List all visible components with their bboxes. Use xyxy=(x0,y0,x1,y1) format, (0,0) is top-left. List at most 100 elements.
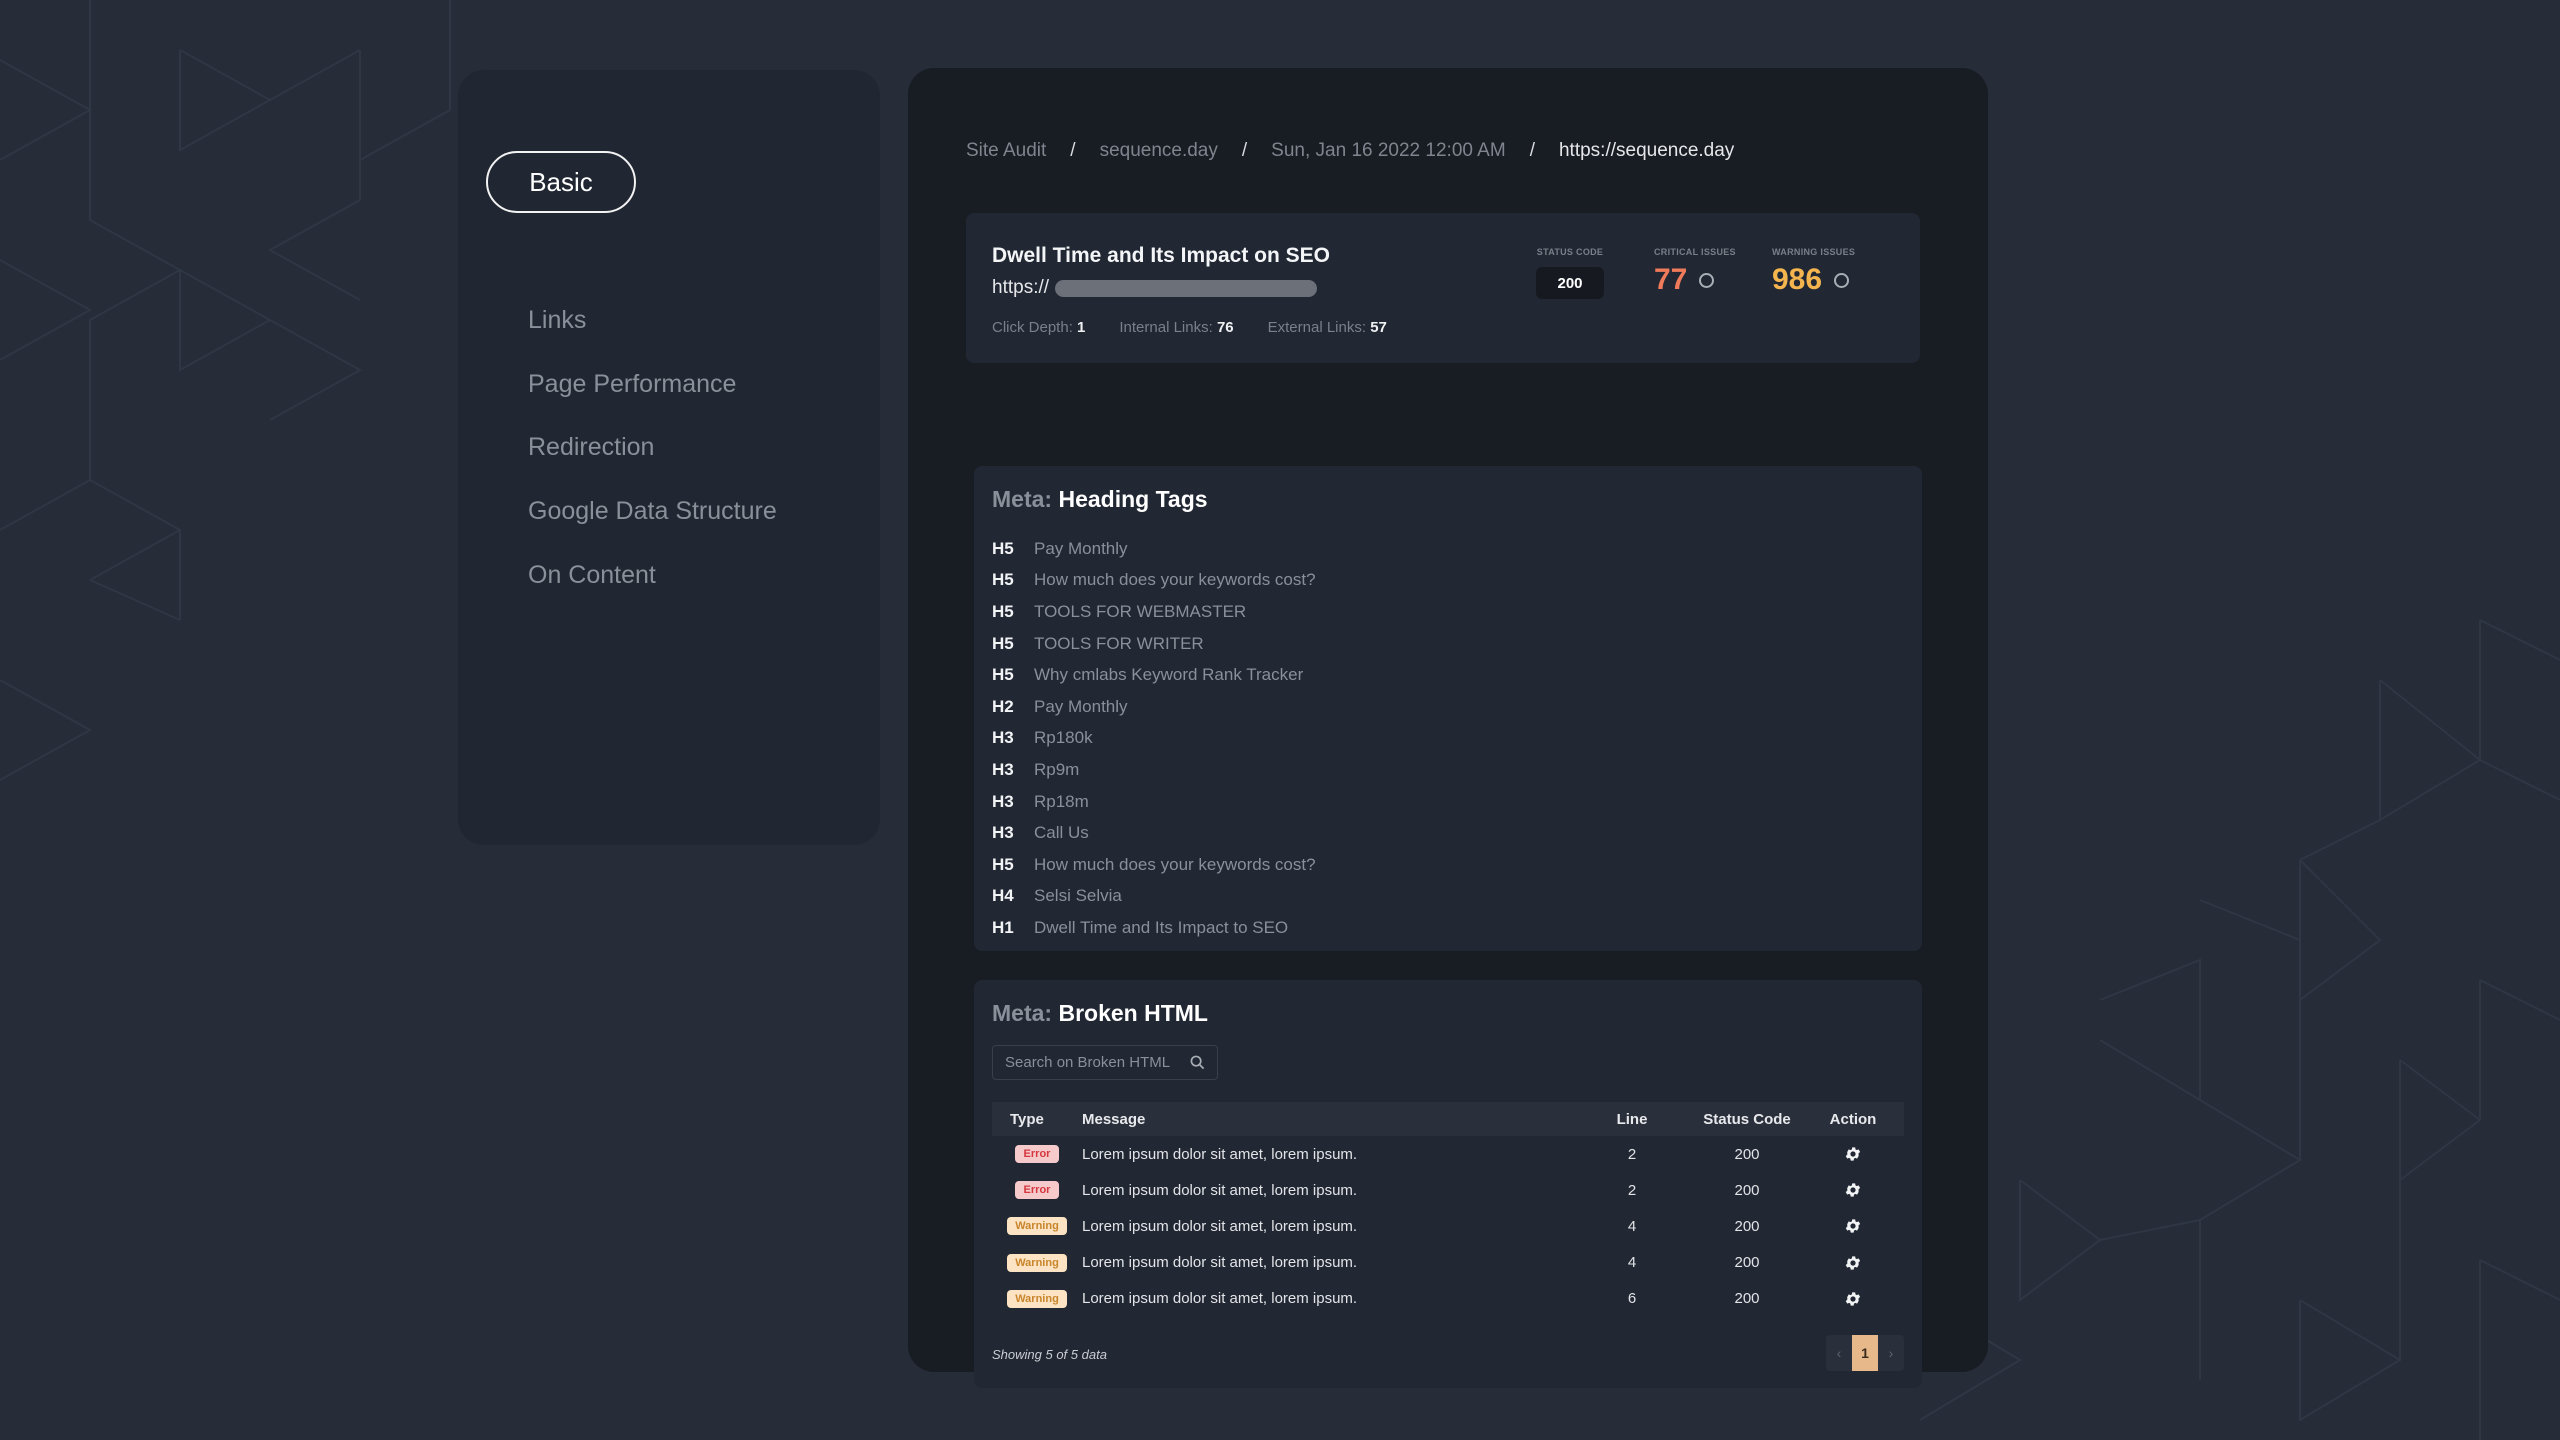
page-title: Dwell Time and Its Impact on SEO xyxy=(992,244,1331,267)
pagination-page-1[interactable]: 1 xyxy=(1852,1335,1878,1371)
breadcrumb: Site Audit / sequence.day / Sun, Jan 16 … xyxy=(966,140,1734,162)
heading-text: Rp180k xyxy=(1034,728,1093,748)
broken-html-card: Meta: Broken HTML Type Message Line Stat… xyxy=(974,980,1922,1388)
heading-row: H3 Rp180k xyxy=(992,723,1316,755)
table-body: Error Lorem ipsum dolor sit amet, lorem i… xyxy=(992,1136,1904,1317)
heading-row: H5 Why cmlabs Keyword Rank Tracker xyxy=(992,659,1316,691)
heading-row: H4 Selsi Selvia xyxy=(992,881,1316,913)
warning-issues-value: 986 xyxy=(1772,263,1823,296)
heading-row: H3 Rp9m xyxy=(992,754,1316,786)
status-cell: 200 xyxy=(1734,1145,1760,1163)
message-cell: Lorem ipsum dolor sit amet, lorem ipsum. xyxy=(1082,1145,1358,1163)
url-redacted-bar xyxy=(1055,279,1318,297)
search-box xyxy=(992,1045,1218,1080)
heading-level: H5 xyxy=(992,601,1014,621)
main-panel: Site Audit / sequence.day / Sun, Jan 16 … xyxy=(908,68,1988,1388)
url-prefix: https:// xyxy=(992,277,1050,298)
breadcrumb-site-audit[interactable]: Site Audit xyxy=(966,140,1046,162)
warning-badge: Warning xyxy=(1007,1289,1067,1308)
heading-row: H5 How much does your keywords cost? xyxy=(992,565,1316,597)
action-cell xyxy=(1802,1254,1904,1272)
page-metrics: Click Depth: 1 Internal Links: 76 Extern… xyxy=(992,319,1387,336)
table-footer-count: Showing 5 of 5 data xyxy=(992,1347,1107,1362)
breadcrumb-separator: / xyxy=(1070,140,1076,161)
sidebar-item-basic[interactable]: Basic xyxy=(486,151,636,213)
gear-icon[interactable] xyxy=(1844,1254,1862,1272)
heading-list: H5 Pay Monthly H5 How much does your keywor… xyxy=(992,533,1316,944)
pagination-prev[interactable]: ‹ xyxy=(1826,1335,1852,1371)
heading-level: H3 xyxy=(992,759,1014,779)
table-row: Warning Lorem ipsum dolor sit amet, lorem… xyxy=(992,1208,1904,1244)
gear-icon[interactable] xyxy=(1844,1217,1862,1235)
table-row: Warning Lorem ipsum dolor sit amet, lorem… xyxy=(992,1281,1904,1317)
status-cell: 200 xyxy=(1734,1290,1760,1308)
heading-text: Pay Monthly xyxy=(1034,696,1128,716)
column-status-code[interactable]: Status Code xyxy=(1692,1111,1802,1128)
status-code-label: STATUS CODE xyxy=(1536,247,1604,257)
heading-row: H5 Pay Monthly xyxy=(992,533,1316,565)
status-cell: 200 xyxy=(1734,1254,1760,1272)
column-type[interactable]: Type xyxy=(992,1111,1082,1128)
heading-text: Call Us xyxy=(1034,823,1089,843)
action-cell xyxy=(1802,1217,1904,1235)
breadcrumb-date[interactable]: Sun, Jan 16 2022 12:00 AM xyxy=(1271,140,1506,162)
critical-issues-value: 77 xyxy=(1654,263,1688,296)
sidebar-item-on-content[interactable]: On Content xyxy=(528,561,656,590)
line-cell: 6 xyxy=(1627,1290,1637,1308)
heading-level: H5 xyxy=(992,538,1014,558)
sidebar-item-redirection[interactable]: Redirection xyxy=(528,433,654,462)
external-links: External Links: 57 xyxy=(1267,319,1387,336)
pagination-next[interactable]: › xyxy=(1878,1335,1904,1371)
warning-issues-stat: WARNING ISSUES 986 xyxy=(1772,247,1855,297)
heading-level: H4 xyxy=(992,886,1014,906)
heading-level: H5 xyxy=(992,633,1014,653)
warning-issues-value-wrap: 986 xyxy=(1772,263,1855,297)
error-badge: Error xyxy=(1014,1181,1060,1200)
heading-text: Rp18m xyxy=(1034,791,1089,811)
heading-level: H5 xyxy=(992,665,1014,685)
heading-row: H3 Rp18m xyxy=(992,786,1316,818)
sidebar: Basic Links Page Performance Redirection… xyxy=(458,70,880,845)
broken-html-table: Type Message Line Status Code Action Err… xyxy=(992,1102,1904,1317)
table-row: Error Lorem ipsum dolor sit amet, lorem i… xyxy=(992,1136,1904,1172)
table-row: Error Lorem ipsum dolor sit amet, lorem i… xyxy=(992,1172,1904,1208)
sidebar-item-google-data-structure[interactable]: Google Data Structure xyxy=(528,497,777,526)
gear-icon[interactable] xyxy=(1844,1145,1862,1163)
circle-icon[interactable] xyxy=(1699,272,1715,288)
column-line[interactable]: Line xyxy=(1572,1111,1692,1128)
gear-icon[interactable] xyxy=(1844,1290,1862,1308)
pagination: ‹ 1 › xyxy=(1826,1335,1904,1371)
sidebar-item-page-performance[interactable]: Page Performance xyxy=(528,370,736,399)
type-cell: Error xyxy=(992,1181,1082,1200)
sidebar-item-links[interactable]: Links xyxy=(528,306,586,335)
heading-row: H2 Pay Monthly xyxy=(992,691,1316,723)
table-row: Warning Lorem ipsum dolor sit amet, lorem… xyxy=(992,1245,1904,1281)
search-icon[interactable] xyxy=(1190,1055,1205,1070)
heading-level: H1 xyxy=(992,917,1014,937)
heading-row: H3 Call Us xyxy=(992,817,1316,849)
breadcrumb-separator: / xyxy=(1241,140,1248,161)
breadcrumb-domain[interactable]: sequence.day xyxy=(1100,140,1218,162)
message-cell: Lorem ipsum dolor sit amet, lorem ipsum. xyxy=(1082,1181,1358,1199)
action-cell xyxy=(1802,1145,1904,1163)
heading-text: TOOLS FOR WRITER xyxy=(1034,633,1204,653)
search-input[interactable] xyxy=(1005,1054,1185,1071)
heading-level: H3 xyxy=(992,823,1014,843)
column-message[interactable]: Message xyxy=(1082,1111,1572,1128)
gear-icon[interactable] xyxy=(1844,1181,1862,1199)
heading-tags-title: Meta: Heading Tags xyxy=(992,486,1208,512)
heading-text: Why cmlabs Keyword Rank Tracker xyxy=(1034,665,1304,685)
page-summary-card: Dwell Time and Its Impact on SEO https:/… xyxy=(966,213,1920,363)
page-url: https:// xyxy=(992,277,1318,299)
line-cell: 2 xyxy=(1627,1145,1637,1163)
action-cell xyxy=(1802,1290,1904,1308)
table-header: Type Message Line Status Code Action xyxy=(992,1102,1904,1136)
heading-row: H5 TOOLS FOR WEBMASTER xyxy=(992,596,1316,628)
heading-text: TOOLS FOR WEBMASTER xyxy=(1034,601,1247,621)
status-cell: 200 xyxy=(1734,1181,1760,1199)
heading-level: H2 xyxy=(992,696,1014,716)
circle-icon[interactable] xyxy=(1834,272,1850,288)
action-cell xyxy=(1802,1181,1904,1199)
critical-issues-stat: CRITICAL ISSUES 77 xyxy=(1654,247,1736,297)
broken-html-title: Meta: Broken HTML xyxy=(992,1000,1208,1026)
